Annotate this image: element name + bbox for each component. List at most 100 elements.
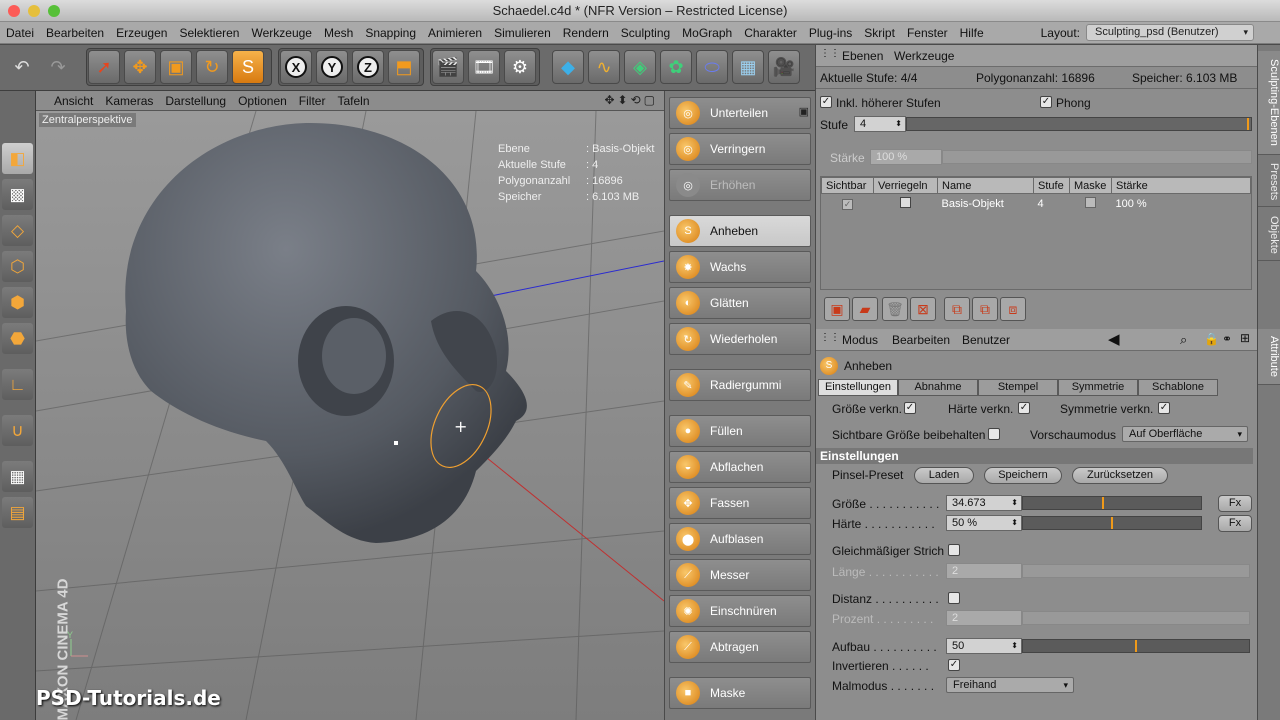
menu-bearbeiten[interactable]: Bearbeiten [40,22,110,44]
distance-checkbox[interactable] [948,592,960,604]
render-settings-icon[interactable]: ⚙ [504,50,536,84]
drag-handle-icon[interactable]: ⋮⋮ [820,332,840,343]
attr-menu-modus[interactable]: Modus [842,333,878,347]
render-picture-viewer-icon[interactable]: 🎞 [468,50,500,84]
load-preset-button[interactable]: Laden [914,467,974,484]
col-sichtbar[interactable]: Sichtbar [821,177,874,194]
select-arrow-icon[interactable]: ➚ [88,50,120,84]
invert-checkbox[interactable]: ✓ [948,659,960,671]
brush-radiergummi[interactable]: ✎ Radiergummi [669,369,811,401]
brush-anheben[interactable]: S Anheben [669,215,811,247]
close-window-button[interactable] [8,5,20,17]
col-name[interactable]: Name [937,177,1034,194]
coordinate-system-icon[interactable]: ⬒ [388,50,420,84]
axis-mode-icon[interactable]: ∟ [2,369,33,400]
menu-rendern[interactable]: Rendern [557,22,615,44]
copy-layer-icon[interactable]: ⧉ [972,297,998,321]
hardness-field[interactable]: 50 % ⬍ [946,515,1022,531]
floor-icon[interactable]: ▦ [732,50,764,84]
brush-fuellen[interactable]: ● Füllen [669,415,811,447]
percent-field[interactable]: 2 [946,610,1022,626]
model-mode-icon[interactable]: ◧ [2,143,33,174]
menu-erzeugen[interactable]: Erzeugen [110,22,173,44]
viewport-menu-filter[interactable]: Filter [293,91,332,111]
stufe-field[interactable]: 4 ⬍ [854,116,906,132]
viewport-menu-tafeln[interactable]: Tafeln [331,91,375,111]
axis-z-button[interactable]: Z [352,50,384,84]
hardness-slider[interactable] [1022,516,1202,530]
even-stroke-checkbox[interactable] [948,544,960,556]
search-icon[interactable]: ⌕ [1180,332,1187,348]
points-mode-icon[interactable]: ⬡ [2,251,33,282]
row-mask-checkbox[interactable] [1070,194,1112,214]
staerke-field[interactable]: 100 % [870,149,942,165]
brush-maske[interactable]: ■ Maske [669,677,811,709]
lock-workplane-icon[interactable]: ▦ [2,461,33,492]
visible-size-checkbox[interactable] [988,428,1000,440]
tab-stempel[interactable]: Stempel [978,379,1058,396]
symmetry-link-checkbox[interactable]: ✓ [1158,402,1170,414]
trash-icon[interactable]: 🗑 [882,297,908,321]
brush-fassen[interactable]: ✥ Fassen [669,487,811,519]
delete-layer-icon[interactable]: ⊠ [910,297,936,321]
tab-werkzeuge[interactable]: Werkzeuge [894,49,954,63]
spline-icon[interactable]: ∿ [588,50,620,84]
reset-preset-button[interactable]: Zurücksetzen [1072,467,1168,484]
menu-datei[interactable]: Datei [0,22,40,44]
tab-ebenen[interactable]: Ebenen [842,49,883,63]
viewport-menu-kameras[interactable]: Kameras [99,91,159,111]
viewport-menu-ansicht[interactable]: Ansicht [36,91,99,111]
add-folder-icon[interactable]: ▰ [852,297,878,321]
settings-section-header[interactable]: Einstellungen [816,448,1253,464]
col-verriegeln[interactable]: Verriegeln [873,177,938,194]
redo-icon[interactable]: ↷ [42,50,74,84]
save-preset-button[interactable]: Speichern [984,467,1062,484]
attr-menu-benutzer[interactable]: Benutzer [962,333,1010,347]
tab-symmetrie[interactable]: Symmetrie [1058,379,1138,396]
brush-aufblasen[interactable]: ⬤ Aufblasen [669,523,811,555]
panel-maximize-icon[interactable]: ▣ [799,105,809,118]
camera-label[interactable]: Zentralperspektive [39,113,136,127]
tab-schablone[interactable]: Schablone [1138,379,1218,396]
menu-animieren[interactable]: Animieren [422,22,488,44]
tab-einstellungen[interactable]: Einstellungen [818,379,898,396]
menu-simulieren[interactable]: Simulieren [488,22,557,44]
menu-selektieren[interactable]: Selektieren [173,22,245,44]
hardness-fx-button[interactable]: Fx [1218,515,1252,532]
texture-mode-icon[interactable]: ▩ [2,179,33,210]
menu-plugins[interactable]: Plug-ins [803,22,858,44]
brush-einschnueren[interactable]: ✺ Einschnüren [669,595,811,627]
col-maske[interactable]: Maske [1069,177,1112,194]
row-lock-checkbox[interactable] [874,194,938,214]
paint-mode-dropdown[interactable]: Freihand ▾ [946,677,1074,693]
edges-mode-icon[interactable]: ⬢ [2,287,33,318]
array-icon[interactable]: ✿ [660,50,692,84]
brush-glaetten[interactable]: ◐ Glätten [669,287,811,319]
drag-handle-icon[interactable]: ⋮⋮ [820,48,840,59]
camera-icon[interactable]: 🎥 [768,50,800,84]
row-visible-checkbox[interactable]: ✓ [822,194,874,214]
percent-slider[interactable] [1022,611,1250,625]
include-higher-levels-checkbox[interactable]: ✓ [820,96,832,108]
menu-charakter[interactable]: Charakter [738,22,803,44]
workplane-grid-icon[interactable]: ▤ [2,497,33,528]
side-tab-presets[interactable]: Presets [1258,157,1280,207]
size-field[interactable]: 34.673 ⬍ [946,495,1022,511]
length-slider[interactable] [1022,564,1250,578]
size-slider[interactable] [1022,496,1202,510]
menu-mesh[interactable]: Mesh [318,22,359,44]
menu-werkzeuge[interactable]: Werkzeuge [245,22,317,44]
viewport-navigation-icons[interactable]: ✥⬍⟲▢ [604,93,658,107]
side-tab-sculpting-layers[interactable]: Sculpting-Ebenen [1258,51,1280,155]
buildup-field[interactable]: 50 ⬍ [946,638,1022,654]
lock-icon[interactable]: 🔒 [1204,332,1219,346]
new-panel-icon[interactable]: ⊞ [1240,331,1250,345]
link-icon[interactable]: ⚭ [1222,332,1232,346]
brush-erhoehen[interactable]: ◎ Erhöhen [669,169,811,201]
menu-sculpting[interactable]: Sculpting [615,22,676,44]
staerke-slider[interactable] [942,150,1252,164]
brush-wachs[interactable]: ✸ Wachs [669,251,811,283]
zoom-window-button[interactable] [48,5,60,17]
preview-mode-dropdown[interactable]: Auf Oberfläche ▾ [1122,426,1248,442]
render-view-icon[interactable]: 🎬 [432,50,464,84]
